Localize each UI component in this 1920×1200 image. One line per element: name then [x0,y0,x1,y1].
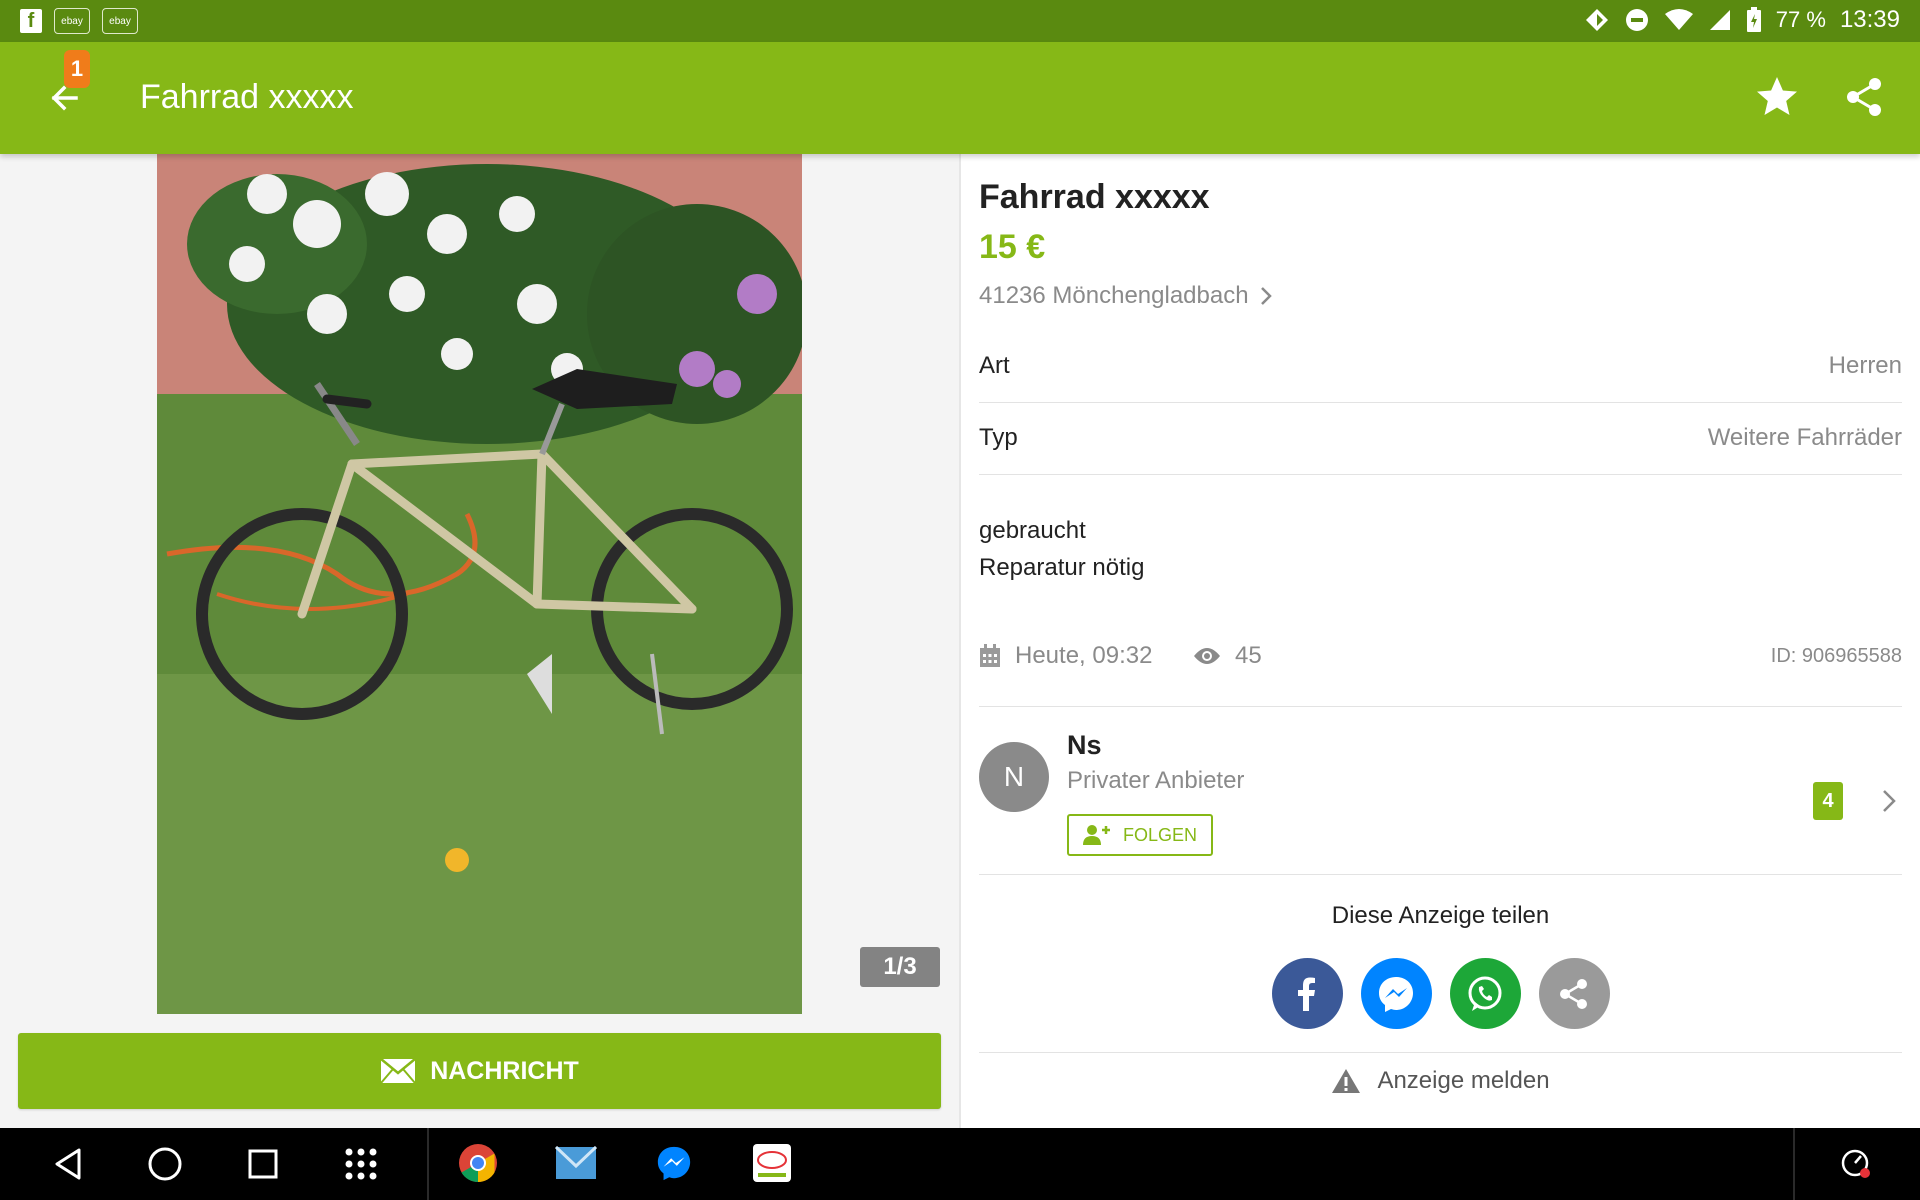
seller-card[interactable]: N Ns Privater Anbieter FOLGEN 4 [979,706,1902,875]
dock-chrome[interactable] [457,1142,499,1184]
facebook-icon [1298,977,1315,1011]
nav-recents-button[interactable] [239,1140,287,1188]
location-text: 41236 Mönchengladbach [979,282,1249,309]
ad-id: ID: 906965588 [1770,644,1902,667]
nav-back-button[interactable] [44,1140,92,1188]
signal-icon [1709,10,1730,30]
speedometer-icon [1841,1149,1870,1178]
dock-email[interactable] [555,1142,597,1184]
status-bar: f ebay ebay 77 % 13:39 [0,0,1920,42]
report-label: Anzeige melden [1377,1067,1550,1094]
battery-icon [1746,7,1761,32]
share-whatsapp-button[interactable] [1449,958,1521,1029]
ad-date: Heute, 09:32 [979,636,1152,676]
follow-button[interactable]: FOLGEN [1067,814,1213,856]
share-messenger-button[interactable] [1360,958,1432,1029]
status-bar-system: 77 % 13:39 [1584,6,1900,34]
ad-location[interactable]: 41236 Mönchengladbach [979,282,1273,310]
home-icon [148,1147,182,1181]
watchlist-button[interactable] [1752,72,1802,122]
nav-home-button[interactable] [141,1140,189,1188]
clock: 13:39 [1839,6,1900,33]
nav-separator [427,1128,429,1200]
share-icon [1847,78,1881,116]
nav-floating-button[interactable] [1832,1140,1880,1188]
chevron-right-icon [1883,790,1896,812]
share-icon [1560,978,1587,1009]
apps-grid-icon [345,1148,377,1180]
ebay-kleinanzeigen-icon [753,1144,791,1182]
add-person-icon [1082,825,1110,845]
nav-separator [1793,1128,1795,1200]
dock-ebay-kleinanzeigen[interactable] [751,1142,793,1184]
page-title: Fahrrad xxxxx [140,78,354,116]
share-title: Diese Anzeige teilen [1331,902,1550,929]
star-icon [1757,77,1797,115]
attribute-key: Art [979,352,1010,379]
ebay-kleinanzeigen-icon: ebay [54,8,90,34]
share-button[interactable] [1842,74,1888,120]
data-saver-icon [1585,9,1608,31]
email-icon [555,1146,597,1179]
eye-icon [1194,648,1220,664]
messenger-icon [1379,976,1413,1012]
back-icon [55,1148,81,1180]
warning-icon [1332,1069,1361,1093]
ad-views: 45 [1193,636,1262,676]
attribute-value: Weitere Fahrräder [1707,424,1902,451]
gallery-pane: 1/3 NACHRICHT [0,154,960,1128]
ad-price: 15 € [979,228,1046,266]
chrome-icon [459,1144,497,1182]
ad-description: gebraucht Reparatur nötig [979,512,1144,586]
seller-name: Ns [1067,730,1102,760]
attribute-row-typ: Typ Weitere Fahrräder [979,402,1902,475]
battery-percentage: 77 % [1775,7,1826,32]
envelope-icon [380,1058,416,1084]
attribute-value: Herren [1828,352,1902,379]
dock-messenger[interactable] [653,1142,695,1184]
ad-meta: Heute, 09:32 45 ID: 906965588 [979,636,1902,707]
seller-type: Privater Anbieter [1067,767,1245,794]
facebook-icon: f [20,9,42,33]
views-count: 45 [1235,642,1262,669]
description-line: Reparatur nötig [979,554,1145,581]
chevron-right-icon [1260,287,1272,305]
calendar-icon [980,644,1000,667]
recents-icon [248,1149,278,1179]
bicycle-photo [157,154,802,1014]
description-line: gebraucht [979,517,1086,544]
report-ad-button[interactable]: Anzeige melden [961,1067,1920,1095]
app-bar: 1 Fahrrad xxxxx [0,42,1920,154]
messenger-icon [657,1146,691,1181]
date-text: Heute, 09:32 [1015,642,1153,669]
message-button[interactable]: NACHRICHT [18,1033,941,1109]
image-counter: 1/3 [860,947,940,987]
ebay-kleinanzeigen-icon: ebay [102,8,138,34]
status-bar-notifications: f ebay ebay [20,8,138,34]
seller-rating-badge: 4 [1813,782,1843,820]
do-not-disturb-icon [1625,9,1648,31]
follow-label: FOLGEN [1122,824,1197,845]
nav-apps-button[interactable] [337,1140,385,1188]
system-nav-bar [0,1128,1920,1200]
share-section: Diese Anzeige teilen [979,874,1902,1053]
ad-title: Fahrrad xxxxx [979,178,1210,216]
details-pane: Fahrrad xxxxx 15 € 41236 Mönchengladbach… [961,154,1920,1128]
wifi-icon [1664,9,1693,30]
notification-badge: 1 [64,50,90,88]
message-button-label: NACHRICHT [430,1056,579,1085]
attribute-row-art: Art Herren [979,330,1902,403]
whatsapp-icon [1468,976,1502,1011]
ad-photo[interactable] [157,154,802,1014]
share-facebook-button[interactable] [1271,958,1343,1029]
share-buttons [979,958,1902,1029]
attribute-key: Typ [979,424,1018,451]
avatar: N [979,742,1049,812]
share-more-button[interactable] [1538,958,1610,1029]
